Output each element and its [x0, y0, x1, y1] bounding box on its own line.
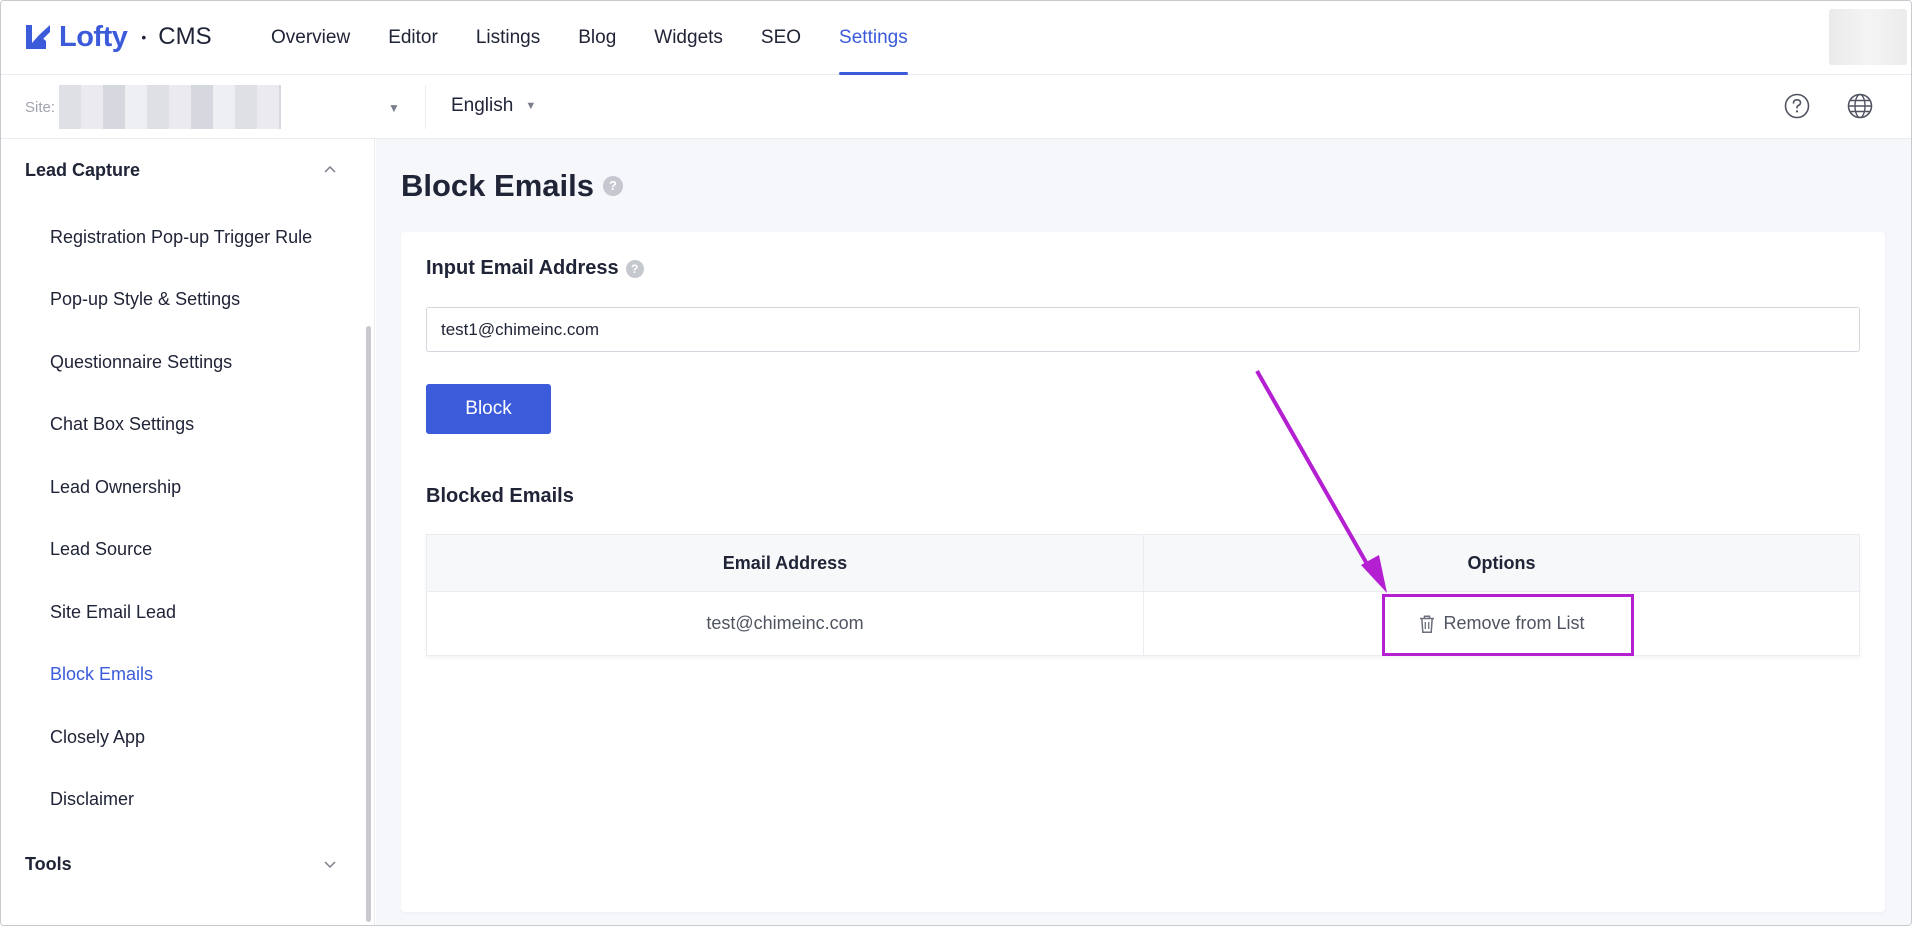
- tab-settings[interactable]: Settings: [839, 1, 908, 75]
- page-title: Block Emails ?: [401, 168, 623, 204]
- tab-widgets[interactable]: Widgets: [654, 1, 723, 75]
- tab-blog[interactable]: Blog: [578, 1, 616, 75]
- page-title-text: Block Emails: [401, 168, 594, 203]
- column-header-options: Options: [1467, 553, 1536, 573]
- tab-overview[interactable]: Overview: [271, 1, 350, 75]
- column-header-email: Email Address: [722, 553, 848, 573]
- caret-down-icon: ▼: [525, 100, 537, 112]
- blocked-emails-title: Blocked Emails: [426, 485, 574, 507]
- email-input[interactable]: [426, 307, 1860, 352]
- sidebar-item-chat-box-settings[interactable]: Chat Box Settings: [50, 414, 194, 435]
- sidebar-section-tools[interactable]: Tools: [25, 854, 72, 875]
- language-value: English: [451, 95, 514, 116]
- sidebar-item-questionnaire-settings[interactable]: Questionnaire Settings: [50, 352, 232, 373]
- chevron-down-icon[interactable]: [321, 855, 339, 873]
- table-cell-email: test@chimeinc.com: [706, 613, 864, 633]
- avatar[interactable]: [1829, 9, 1907, 65]
- block-button[interactable]: Block: [426, 384, 551, 434]
- sidebar-item-popup-style-settings[interactable]: Pop-up Style & Settings: [50, 289, 240, 310]
- settings-sidebar: Lead Capture Registration Pop-up Trigger…: [1, 139, 375, 925]
- sidebar-item-registration-popup-trigger-rule[interactable]: Registration Pop-up Trigger Rule: [50, 227, 312, 248]
- language-select[interactable]: English ▼: [451, 95, 536, 117]
- globe-icon[interactable]: [1847, 93, 1873, 119]
- sidebar-item-lead-source[interactable]: Lead Source: [50, 539, 152, 560]
- tab-editor[interactable]: Editor: [388, 1, 438, 75]
- sidebar-item-block-emails[interactable]: Block Emails: [50, 664, 153, 685]
- sidebar-item-closely-app[interactable]: Closely App: [50, 727, 145, 748]
- brand-name: Lofty: [59, 20, 128, 53]
- sidebar-section-lead-capture[interactable]: Lead Capture: [25, 160, 140, 181]
- help-circle-icon[interactable]: [1784, 93, 1810, 119]
- remove-from-list-button[interactable]: Remove from List: [1418, 613, 1585, 634]
- sidebar-item-disclaimer[interactable]: Disclaimer: [50, 789, 134, 810]
- site-toolbar: Site: ▼ English ▼: [1, 75, 1911, 139]
- input-email-label: Input Email Address ?: [426, 257, 644, 280]
- input-email-label-text: Input Email Address: [426, 257, 619, 279]
- divider: [425, 85, 426, 129]
- site-select-value[interactable]: [59, 85, 281, 129]
- logo[interactable]: Lofty • CMS: [23, 19, 212, 55]
- tab-listings[interactable]: Listings: [476, 1, 540, 75]
- question-icon[interactable]: ?: [602, 176, 623, 196]
- question-icon[interactable]: ?: [625, 259, 644, 278]
- chevron-up-icon[interactable]: [321, 161, 339, 179]
- tab-seo[interactable]: SEO: [761, 1, 801, 75]
- site-label: Site:: [25, 99, 56, 116]
- caret-down-icon[interactable]: ▼: [388, 101, 400, 115]
- brand-separator: •: [141, 29, 147, 45]
- sidebar-item-site-email-lead[interactable]: Site Email Lead: [50, 602, 176, 623]
- blocked-emails-table: Email Address Options test@chimeinc.com …: [426, 534, 1860, 656]
- sidebar-item-lead-ownership[interactable]: Lead Ownership: [50, 477, 181, 498]
- top-nav: Lofty • CMS Overview Editor Listings Blo…: [1, 1, 1911, 75]
- lofty-logo-icon: [26, 25, 50, 49]
- table-cell-options: Remove from List: [1144, 592, 1859, 655]
- remove-from-list-label: Remove from List: [1443, 613, 1585, 633]
- main-nav-tabs: Overview Editor Listings Blog Widgets SE…: [271, 1, 946, 75]
- trash-icon: [1420, 614, 1435, 633]
- app-window: Lofty • CMS Overview Editor Listings Blo…: [0, 0, 1912, 926]
- product-name: CMS: [158, 23, 212, 50]
- sidebar-scrollbar[interactable]: [366, 326, 371, 922]
